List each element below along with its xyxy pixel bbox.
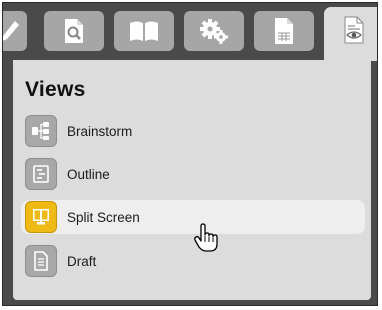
brainstorm-icon bbox=[25, 115, 57, 147]
toolbar-tabs bbox=[3, 3, 377, 61]
pencil-icon bbox=[3, 21, 19, 41]
document-table-icon bbox=[275, 18, 293, 44]
panel-title: Views bbox=[25, 78, 86, 101]
view-item-label: Split Screen bbox=[67, 209, 140, 225]
draft-icon bbox=[25, 245, 57, 277]
view-item-label: Outline bbox=[67, 166, 110, 182]
tab-edit[interactable] bbox=[3, 11, 27, 51]
view-item-label: Draft bbox=[67, 253, 97, 269]
split-screen-icon bbox=[25, 201, 57, 233]
view-item-label: Brainstorm bbox=[67, 123, 133, 139]
view-item-outline[interactable]: Outline bbox=[21, 157, 365, 191]
views-panel: Views Brainstorm Outline Split Screen Dr… bbox=[13, 60, 371, 300]
tab-views[interactable] bbox=[324, 7, 377, 61]
view-item-brainstorm[interactable]: Brainstorm bbox=[21, 114, 365, 148]
outline-icon bbox=[25, 158, 57, 190]
app-window: Views Brainstorm Outline Split Screen Dr… bbox=[2, 2, 378, 306]
document-eye-icon bbox=[344, 16, 364, 44]
tab-inspect[interactable] bbox=[44, 11, 104, 51]
hand-cursor-icon bbox=[194, 223, 218, 252]
gears-icon bbox=[200, 19, 228, 44]
book-icon bbox=[130, 21, 158, 41]
tab-settings[interactable] bbox=[184, 11, 244, 51]
document-search-icon bbox=[65, 19, 83, 43]
tab-research[interactable] bbox=[114, 11, 174, 51]
tab-compile[interactable] bbox=[254, 11, 314, 51]
